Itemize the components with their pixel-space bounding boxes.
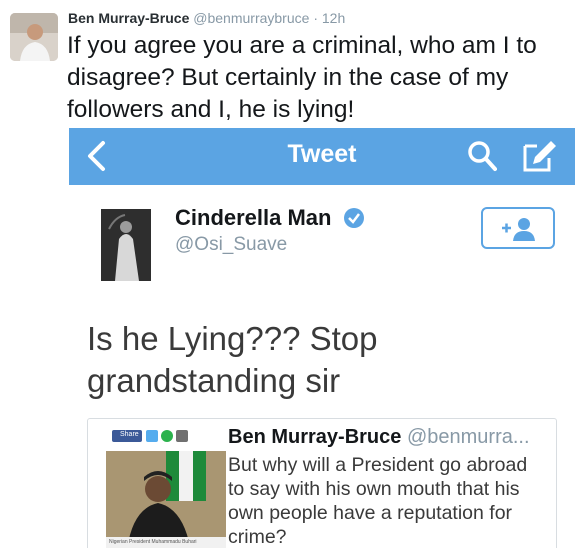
inner-tweet-text: Is he Lying??? Stop grandstanding sir xyxy=(87,320,378,399)
quote-text: But why will a President go abroad to sa… xyxy=(228,454,528,548)
inner-author-avatar[interactable] xyxy=(101,209,151,281)
quote-author-handle[interactable]: @benmurra... xyxy=(407,426,530,448)
photo-caption: Nigerian President Muhammadu Buhari xyxy=(106,537,226,548)
author-handle[interactable]: @benmurraybruce xyxy=(193,10,309,26)
share-label: Share xyxy=(120,431,139,438)
facebook-share-button[interactable]: Share xyxy=(112,430,142,442)
twitter-share-icon[interactable] xyxy=(146,430,158,442)
email-share-icon[interactable] xyxy=(176,430,188,442)
search-icon[interactable] xyxy=(467,140,497,172)
nav-bar: Tweet xyxy=(69,128,575,185)
separator: · xyxy=(313,10,318,26)
nav-title: Tweet xyxy=(287,140,357,168)
quote-author-name[interactable]: Ben Murray-Bruce xyxy=(228,426,401,448)
follow-button[interactable] xyxy=(481,207,555,249)
whatsapp-share-icon[interactable] xyxy=(161,430,173,442)
quote-photo: Nigerian President Muhammadu Buhari xyxy=(106,451,226,548)
embedded-screenshot: Tweet Cinderella Man @Osi_Suave Is he Ly… xyxy=(69,128,575,548)
tweet-header: Ben Murray-Bruce @benmurraybruce · 12h xyxy=(68,10,345,26)
author-avatar[interactable] xyxy=(10,13,58,61)
verified-badge-icon xyxy=(344,208,364,228)
add-user-icon xyxy=(502,218,535,241)
inner-author-name[interactable]: Cinderella Man xyxy=(175,205,331,231)
quoted-tweet-card[interactable]: Share Nigerian President Muhammadu Buhar… xyxy=(87,418,557,548)
tweet-timestamp[interactable]: 12h xyxy=(322,10,345,26)
compose-icon[interactable] xyxy=(521,138,557,174)
tweet-text: If you agree you are a criminal, who am … xyxy=(67,32,537,123)
quote-author: Ben Murray-Bruce @benmurra... xyxy=(228,426,530,449)
author-name[interactable]: Ben Murray-Bruce xyxy=(68,10,189,26)
inner-author-handle[interactable]: @Osi_Suave xyxy=(175,234,287,256)
